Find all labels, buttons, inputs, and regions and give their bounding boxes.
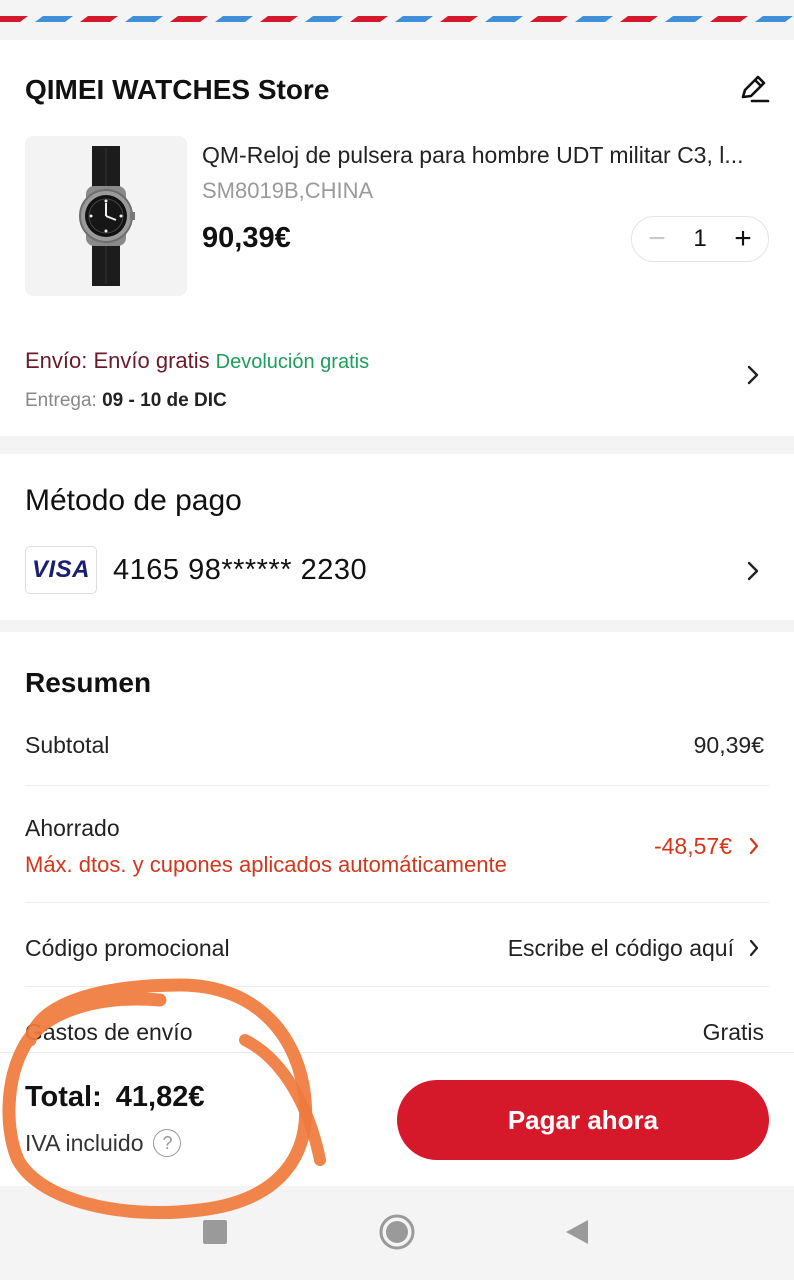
delivery-dates: 09 - 10 de DIC xyxy=(102,390,227,411)
divider xyxy=(25,902,769,903)
divider xyxy=(25,986,769,987)
summary-title: Resumen xyxy=(25,667,152,698)
chevron-right-icon[interactable] xyxy=(746,560,760,586)
quantity-value[interactable]: 1 xyxy=(693,225,706,253)
store-name: QIMEI WATCHES Store xyxy=(25,74,330,105)
vat-label: IVA incluido xyxy=(25,1129,144,1156)
product-variant: SM8019B,CHINA xyxy=(202,178,374,203)
checkout-footer: Total: 41,82€ IVA incluido ? Pagar ahora xyxy=(0,1052,794,1186)
pencil-icon[interactable] xyxy=(736,72,770,106)
shipping-cost-value: Gratis xyxy=(702,1019,764,1045)
chevron-right-icon[interactable] xyxy=(748,936,760,962)
back-icon[interactable] xyxy=(564,1218,590,1251)
promo-code-input[interactable]: Escribe el código aquí xyxy=(508,935,734,962)
total-value: 41,82€ xyxy=(115,1081,205,1113)
card-number: 4165 98****** 2230 xyxy=(113,554,368,586)
shipping-label: Envío: Envío gratis xyxy=(25,348,210,373)
payment-method-card[interactable]: Método de pago VISA 4165 98****** 2230 xyxy=(0,454,794,620)
vat-note: IVA incluido ? xyxy=(25,1129,182,1157)
divider xyxy=(25,785,769,786)
delivery-estimate: Entrega: 09 - 10 de DIC xyxy=(25,390,227,412)
order-summary: Resumen Subtotal 90,39€ Ahorrado Máx. dt… xyxy=(0,632,794,1052)
subtotal-value: 90,39€ xyxy=(693,732,764,758)
pay-now-button[interactable]: Pagar ahora xyxy=(397,1080,769,1160)
payment-method-title: Método de pago xyxy=(25,484,242,517)
chevron-right-icon[interactable] xyxy=(746,364,760,390)
watch-icon xyxy=(79,146,135,286)
saved-label: Ahorrado xyxy=(25,815,120,841)
promo-code-label: Código promocional xyxy=(25,935,230,961)
shipping-info[interactable]: Envío: Envío gratis Devolución gratis xyxy=(25,348,369,374)
store-card: QIMEI WATCHES Store QM-Reloj de pulsera … xyxy=(0,40,794,436)
airmail-border xyxy=(0,0,794,30)
decrease-button[interactable]: − xyxy=(642,224,672,254)
visa-logo: VISA xyxy=(25,546,97,594)
recents-icon[interactable] xyxy=(202,1219,228,1250)
product-title[interactable]: QM-Reloj de pulsera para hombre UDT mili… xyxy=(202,142,768,169)
delivery-prefix: Entrega: xyxy=(25,390,97,411)
discount-note: Máx. dtos. y cupones aplicados automátic… xyxy=(25,852,507,877)
increase-button[interactable]: + xyxy=(728,224,758,254)
home-icon[interactable] xyxy=(378,1213,416,1256)
saved-value[interactable]: -48,57€ xyxy=(654,833,732,860)
checkout-page: QIMEI WATCHES Store QM-Reloj de pulsera … xyxy=(0,0,794,1280)
total: Total: 41,82€ xyxy=(25,1081,204,1114)
product-image[interactable] xyxy=(25,136,187,296)
chevron-right-icon[interactable] xyxy=(748,834,760,860)
system-navigation-bar xyxy=(0,1186,794,1280)
help-icon[interactable]: ? xyxy=(153,1129,182,1157)
subtotal-label: Subtotal xyxy=(25,732,110,758)
product-price: 90,39€ xyxy=(202,222,291,254)
total-label: Total: xyxy=(25,1081,102,1113)
quantity-stepper: − 1 + xyxy=(631,216,769,262)
free-return-label: Devolución gratis xyxy=(215,351,370,373)
shipping-cost-label: Gastos de envío xyxy=(25,1019,193,1045)
